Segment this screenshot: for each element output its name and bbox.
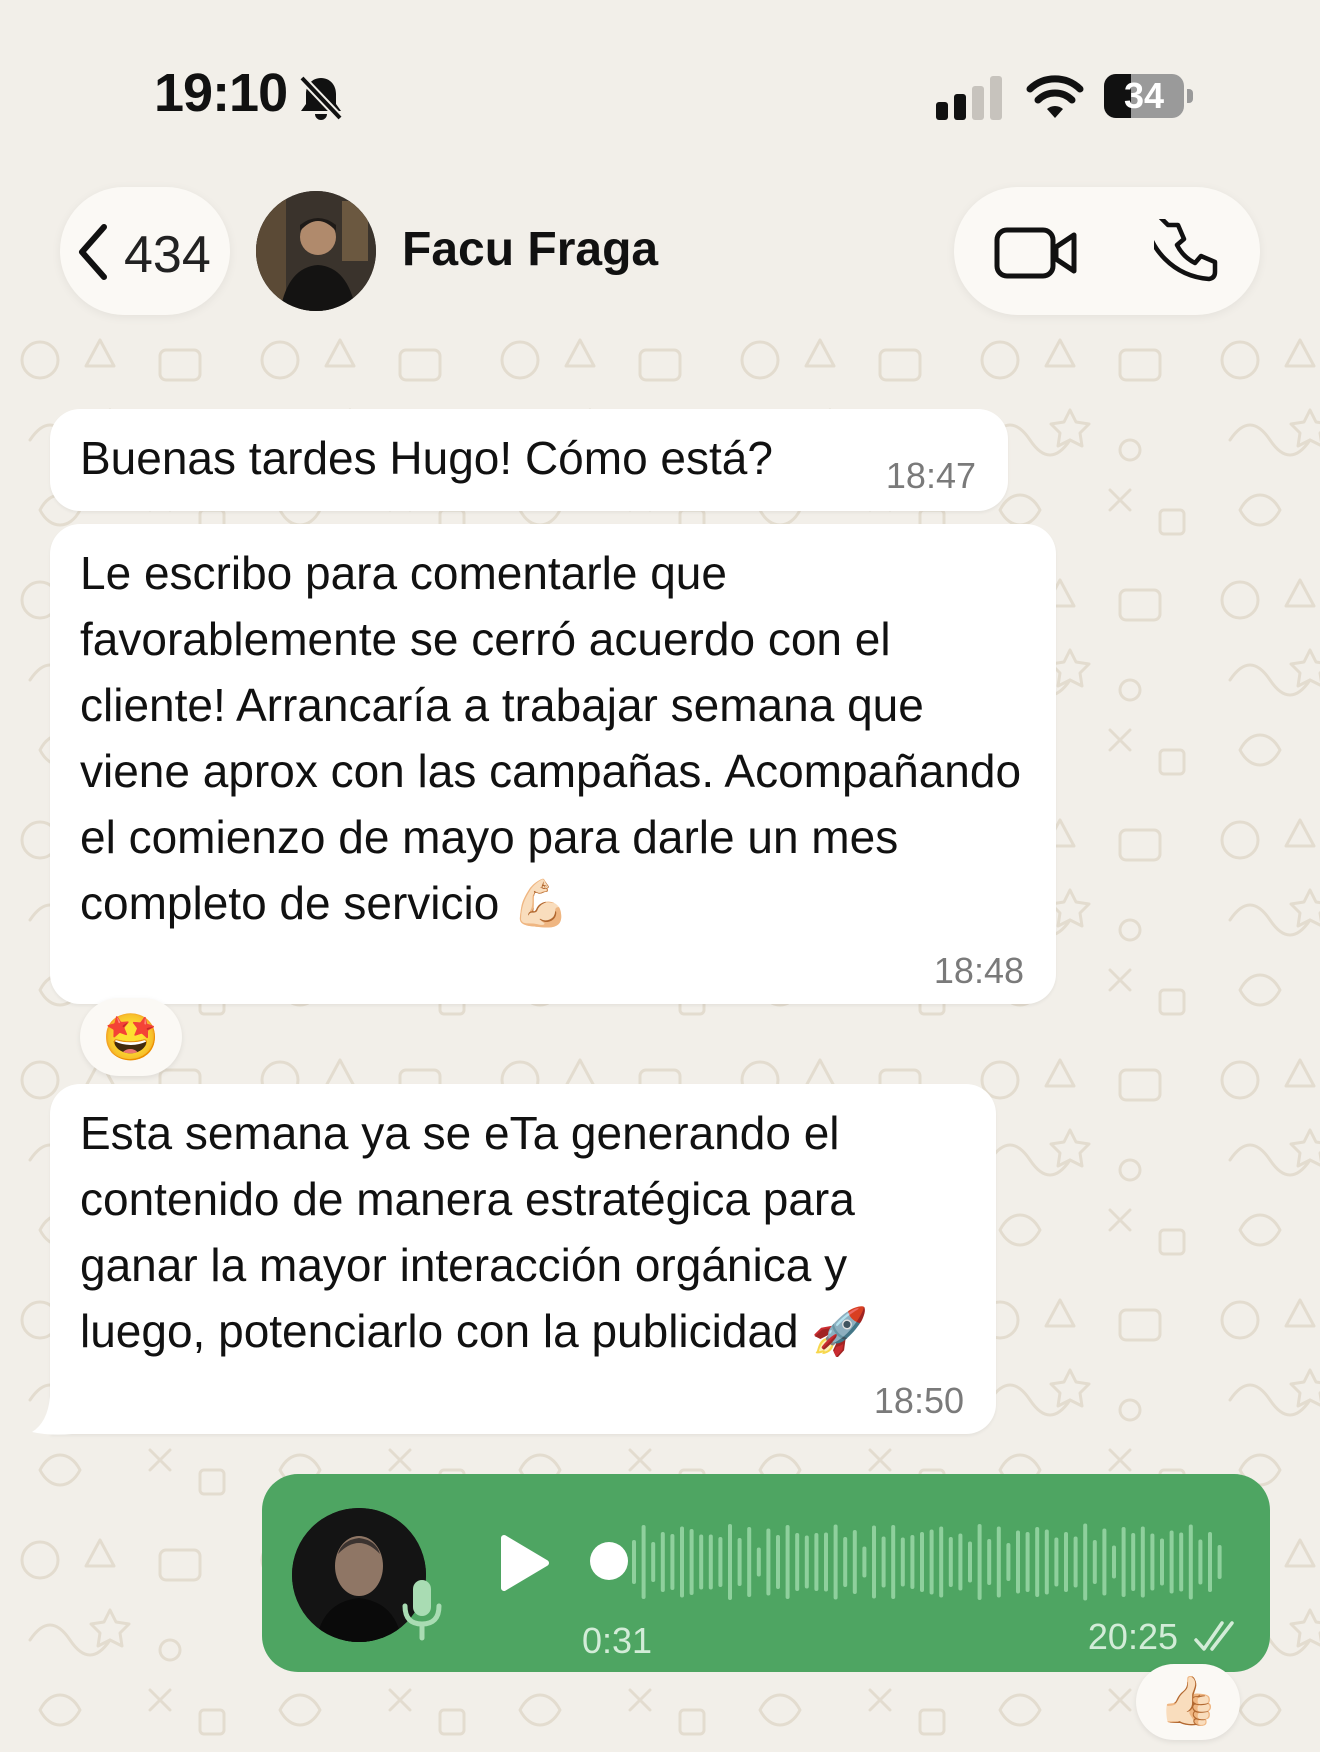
waveform-bar — [756, 1547, 761, 1577]
message-text: Buenas tardes Hugo! Cómo está? — [80, 432, 773, 484]
battery-indicator: 34 — [1104, 74, 1194, 120]
audio-waveform[interactable] — [632, 1520, 1232, 1604]
waveform-bar — [1121, 1527, 1126, 1597]
contact-name[interactable]: Facu Fraga — [402, 222, 658, 277]
message-text: Esta semana ya se eTa generando el conte… — [80, 1107, 869, 1357]
waveform-bar — [804, 1535, 809, 1589]
video-camera-icon[interactable] — [994, 225, 1078, 281]
waveform-bar — [929, 1529, 934, 1595]
waveform-bar — [795, 1533, 800, 1591]
signal-icon — [936, 76, 1002, 120]
waveform-bar — [939, 1526, 944, 1598]
unread-count: 434 — [124, 226, 211, 284]
waveform-bar — [1198, 1539, 1203, 1585]
wifi-icon — [1026, 75, 1084, 118]
bubble-tail — [32, 1396, 72, 1435]
waveform-bar — [1016, 1530, 1020, 1594]
waveform-bar — [1188, 1524, 1193, 1600]
playback-scrubber[interactable] — [590, 1542, 628, 1580]
waveform-bar — [833, 1524, 838, 1600]
waveform-bar — [1092, 1540, 1097, 1584]
waveform-bar — [1179, 1532, 1184, 1592]
call-actions — [954, 187, 1260, 315]
waveform-bar — [1025, 1532, 1030, 1592]
waveform-bar — [766, 1528, 771, 1596]
waveform-bar — [891, 1525, 896, 1599]
waveform-bar — [680, 1526, 684, 1598]
waveform-bar — [977, 1524, 982, 1600]
waveform-bar — [1054, 1537, 1059, 1587]
waveform-bar — [737, 1538, 742, 1586]
voice-duration: 0:31 — [582, 1620, 653, 1661]
waveform-bar — [900, 1537, 905, 1587]
waveform-bar — [670, 1534, 675, 1590]
double-check-icon — [1194, 1621, 1234, 1651]
waveform-bar — [958, 1533, 963, 1591]
bell-slash-icon — [299, 75, 343, 121]
waveform-bar — [1083, 1523, 1088, 1601]
waveform-bar — [699, 1534, 704, 1590]
back-button[interactable]: 434 — [60, 187, 230, 315]
waveform-bar — [1140, 1526, 1145, 1598]
waveform-bar — [1217, 1545, 1222, 1579]
waveform-bar — [948, 1537, 953, 1587]
waveform-bar — [641, 1525, 646, 1599]
waveform-bar — [881, 1536, 886, 1588]
status-time: 19:10 — [154, 63, 288, 123]
waveform-bar — [1150, 1533, 1155, 1591]
waveform-bar — [728, 1524, 732, 1600]
waveform-bar — [1160, 1538, 1164, 1586]
waveform-bar — [1131, 1533, 1136, 1591]
waveform-bar — [1035, 1527, 1040, 1597]
waveform-bar — [1044, 1529, 1049, 1595]
waveform-bar — [689, 1529, 694, 1595]
waveform-bar — [1112, 1545, 1116, 1579]
message-time: 18:47 — [885, 455, 976, 496]
message-bubble[interactable]: Le escribo para comentarle que favorable… — [50, 524, 1056, 1004]
waveform-bar — [776, 1535, 780, 1589]
waveform-bar — [1208, 1532, 1212, 1592]
waveform-bar — [872, 1525, 876, 1599]
waveform-bar — [785, 1525, 790, 1599]
voice-time: 20:25 — [1087, 1616, 1178, 1657]
waveform-bar — [1102, 1528, 1107, 1596]
waveform-bar — [747, 1527, 752, 1597]
waveform-bar — [1169, 1530, 1174, 1594]
voice-message-bubble[interactable]: 0:31 20:25 — [262, 1474, 1270, 1672]
chevron-left-icon — [79, 224, 107, 280]
waveform-bar — [632, 1540, 636, 1584]
waveform-bar — [1073, 1536, 1078, 1588]
waveform-bar — [910, 1535, 915, 1589]
waveform-bar — [660, 1532, 665, 1592]
message-time: 18:48 — [933, 950, 1024, 991]
voice-reaction[interactable]: 👍🏻 — [1136, 1664, 1240, 1740]
message-text: Le escribo para comentarle que favorable… — [80, 547, 1022, 929]
waveform-bar — [852, 1530, 857, 1594]
waveform-bar — [718, 1537, 723, 1587]
message-bubble[interactable]: Esta semana ya se eTa generando el conte… — [50, 1084, 996, 1434]
waveform-bar — [708, 1534, 713, 1590]
phone-icon[interactable] — [1154, 219, 1220, 285]
waveform-bar — [651, 1542, 656, 1582]
waveform-bar — [814, 1533, 819, 1591]
waveform-bar — [1006, 1543, 1011, 1581]
message-bubble[interactable]: Buenas tardes Hugo! Cómo está? 18:47 — [50, 409, 1008, 511]
waveform-bar — [1064, 1532, 1068, 1592]
waveform-bar — [843, 1537, 848, 1587]
contact-avatar[interactable] — [256, 191, 376, 311]
microphone-icon — [402, 1580, 442, 1641]
waveform-bar — [920, 1532, 924, 1592]
waveform-bar — [968, 1541, 972, 1583]
waveform-bar — [824, 1532, 828, 1592]
play-icon[interactable] — [498, 1534, 550, 1592]
waveform-bar — [996, 1526, 1001, 1598]
battery-level: 34 — [1123, 75, 1165, 116]
waveform-bar — [862, 1546, 867, 1578]
message-time: 18:50 — [873, 1380, 964, 1421]
waveform-bar — [987, 1539, 992, 1585]
message-reaction[interactable]: 🤩 — [80, 998, 182, 1076]
